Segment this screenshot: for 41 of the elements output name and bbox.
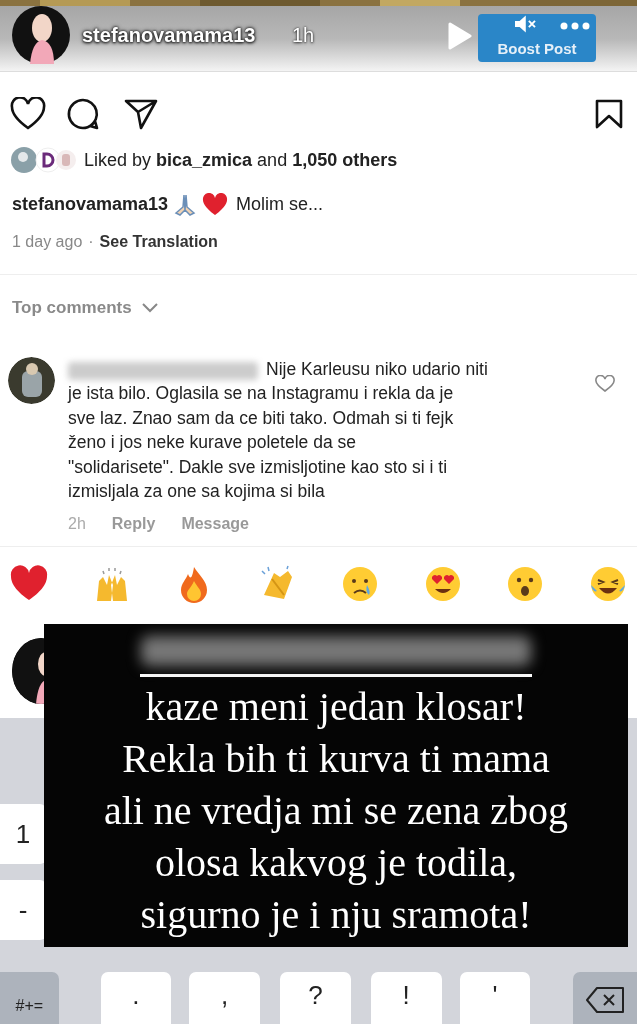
backspace-icon — [585, 986, 626, 1014]
backspace-key[interactable] — [573, 972, 637, 1024]
comment-text: je ista bilo. Oglasila se na Instagramu i rekla da je sve laz. Znao sam da ce biti tako. Odmah si ti fejk ženo i jos neke kurave poletele da se "solidarisete". Dakle sve izmisljotine kao sto si i ti izmisljala za one sa kojima si bila — [68, 382, 454, 503]
overlay-text-line: sigurno je i nju sramota! — [139, 891, 533, 939]
keyboard-key[interactable]: - — [0, 880, 46, 940]
keyboard-key[interactable]: . — [100, 972, 172, 1024]
keyboard-key[interactable]: ? — [280, 972, 351, 1024]
keyboard-key[interactable]: , — [189, 972, 261, 1024]
avatar[interactable] — [8, 356, 55, 404]
keyboard-key[interactable]: ! — [370, 972, 442, 1024]
overlay-text-line: ali ne vredja mi se zena zbog — [102, 787, 570, 835]
send-icon[interactable] — [124, 98, 158, 130]
caption-text: Molim se... — [236, 193, 324, 216]
keyboard-key[interactable]: ' — [459, 972, 531, 1024]
caption-username[interactable]: stefanovamama13 — [12, 191, 169, 218]
keyboard-key[interactable]: 1 — [0, 804, 46, 864]
bookmark-icon[interactable] — [595, 99, 623, 129]
surprised-face-emoji-icon[interactable] — [506, 564, 545, 603]
avatar[interactable] — [12, 6, 70, 64]
crying-face-emoji-icon[interactable] — [340, 564, 379, 603]
heart-icon[interactable] — [10, 97, 46, 131]
keyboard-mode-key[interactable]: #+= — [0, 972, 59, 1024]
overlay-text-line: kaze meni jedan klosar! — [144, 683, 528, 731]
comment-icon[interactable] — [66, 97, 100, 131]
comment-time: 2h — [68, 513, 86, 534]
overlay-text-line: olosa kakvog je todila, — [153, 839, 519, 887]
post-age: 1 day ago — [12, 232, 83, 252]
like-heart-icon[interactable] — [595, 374, 615, 393]
story-time: 1h — [292, 23, 315, 48]
heart-emoji-icon[interactable] — [10, 564, 48, 603]
chevron-down-icon[interactable] — [141, 302, 158, 313]
heart-icon — [202, 192, 229, 217]
more-icon[interactable] — [560, 22, 590, 30]
see-translation-link[interactable]: See Translation — [99, 230, 218, 254]
overlay-text-line: Rekla bih ti kurva ti mama — [121, 735, 551, 783]
liker-avatars-icon — [10, 146, 76, 174]
separator-dot: · — [88, 232, 94, 252]
heart-eyes-face-emoji-icon[interactable] — [423, 564, 462, 603]
comment-text: Nije Karleusu niko udario niti — [266, 357, 488, 381]
laughing-face-emoji-icon[interactable] — [588, 564, 627, 603]
likes-text: Liked by bica_zmica and 1,050 others — [84, 148, 398, 172]
